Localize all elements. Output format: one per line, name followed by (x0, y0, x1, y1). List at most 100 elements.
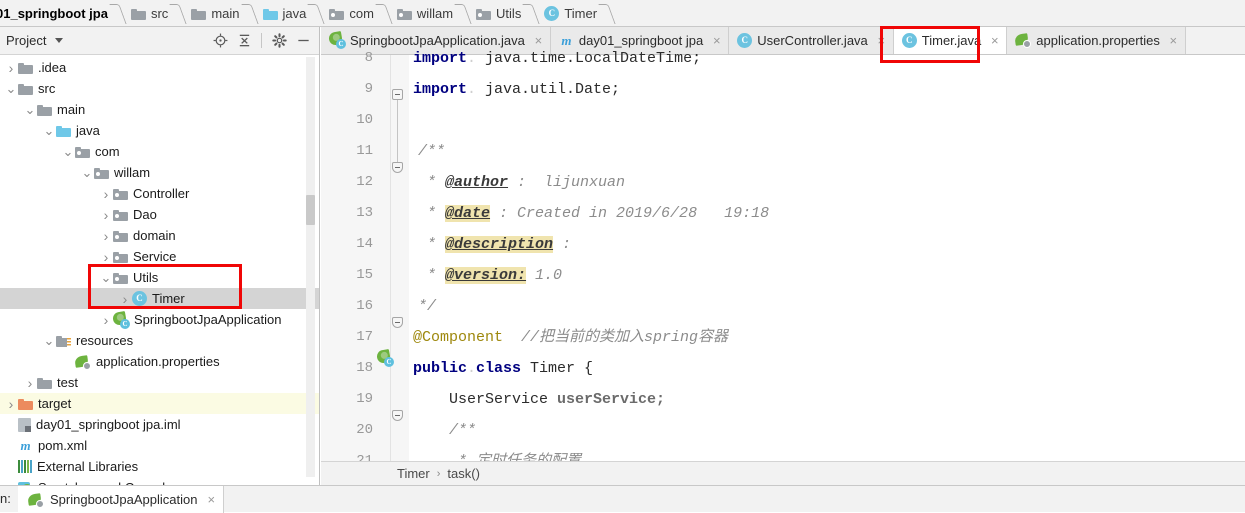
code-line: 9 import. java.util.Date; (321, 74, 1245, 105)
tree-item-label: target (38, 396, 72, 411)
tree-item-label: .idea (38, 60, 67, 75)
tree-item-label: com (95, 144, 120, 159)
gear-icon[interactable] (269, 31, 289, 51)
tree-row[interactable]: › C SpringbootJpaApplication (0, 309, 319, 330)
tree-row[interactable]: › Service (0, 246, 319, 267)
breadcrumb-label: java (282, 5, 307, 21)
chevron-down-icon[interactable]: ⌄ (80, 162, 94, 183)
breadcrumb-separator (525, 0, 538, 27)
chevron-right-icon[interactable]: › (99, 309, 113, 330)
breadcrumb-item-main[interactable]: main (185, 0, 243, 27)
breadcrumb-item-java[interactable]: java (257, 0, 311, 27)
chevron-down-icon[interactable]: ⌄ (4, 78, 18, 99)
tree-row[interactable]: application.properties (0, 351, 319, 372)
breadcrumb-item-project[interactable]: 01_springboot jpa (0, 0, 112, 27)
chevron-right-icon[interactable]: › (4, 57, 18, 78)
external-libraries-icon (18, 460, 32, 473)
line-number: 13 (356, 205, 373, 221)
line-number: 11 (356, 143, 373, 159)
line-number: 16 (356, 298, 373, 314)
code-editor[interactable]: C 8 import. java.time.LocalDateTime; 9 i… (321, 50, 1245, 485)
tree-row[interactable]: › Controller (0, 183, 319, 204)
chevron-down-icon[interactable]: ⌄ (23, 99, 37, 120)
breadcrumb-item-src[interactable]: src (125, 0, 172, 27)
chevron-right-icon[interactable]: › (99, 246, 113, 267)
minimize-icon[interactable] (293, 31, 313, 51)
folder-excluded-icon (18, 398, 33, 410)
tree-row[interactable]: ⌄ src (0, 78, 319, 99)
breadcrumb-separator (244, 0, 257, 27)
chevron-down-icon[interactable]: ⌄ (42, 330, 56, 351)
run-tab-springboot-application[interactable]: SpringbootJpaApplication × (18, 486, 225, 513)
no-chevron (4, 477, 18, 485)
status-class-name[interactable]: Timer (397, 466, 430, 481)
package-icon (476, 6, 492, 21)
breadcrumb-label: willam (416, 5, 454, 21)
chevron-right-icon[interactable]: › (23, 372, 37, 393)
line-content: */ (418, 298, 437, 315)
status-method-name[interactable]: task() (447, 466, 480, 481)
line-content: /** (418, 143, 446, 160)
breadcrumb-item-com[interactable]: com (323, 0, 378, 27)
project-scrollbar[interactable] (306, 57, 315, 477)
maven-icon: m (20, 438, 31, 453)
breadcrumb-item-utils[interactable]: Utils (470, 0, 525, 27)
scrollbar-thumb[interactable] (306, 195, 315, 225)
collapse-all-icon[interactable] (234, 31, 254, 51)
tree-row[interactable]: › Dao (0, 204, 319, 225)
tree-row[interactable]: ⌄ willam (0, 162, 319, 183)
tree-item-label: Dao (133, 207, 157, 222)
tree-item-label: test (57, 375, 78, 390)
chevron-down-icon[interactable]: ⌄ (99, 267, 113, 288)
tree-row[interactable]: › .idea (0, 57, 319, 78)
panel-toolbar (210, 31, 313, 51)
chevron-down-icon[interactable] (55, 38, 64, 43)
breadcrumb-label: src (150, 5, 169, 21)
tree-row[interactable]: m pom.xml (0, 435, 319, 456)
tree-row[interactable]: › domain (0, 225, 319, 246)
chevron-right-icon[interactable]: › (99, 204, 113, 225)
tree-item-label: Service (133, 249, 177, 264)
breadcrumb-separator (112, 0, 125, 27)
run-label: n: (0, 491, 11, 506)
breadcrumb-item-timer[interactable]: Timer (538, 0, 601, 27)
tree-row[interactable]: › Timer (0, 288, 319, 309)
chevron-down-icon[interactable]: ⌄ (61, 141, 75, 162)
chevron-down-icon[interactable]: ⌄ (42, 120, 56, 141)
chevron-right-icon[interactable]: › (99, 183, 113, 204)
chevron-right-icon[interactable]: › (99, 225, 113, 246)
tree-row[interactable]: day01_springboot jpa.iml (0, 414, 319, 435)
chevron-right-icon[interactable]: › (4, 393, 18, 414)
locate-icon[interactable] (210, 31, 230, 51)
run-tab-label: SpringbootJpaApplication (50, 492, 198, 507)
package-icon (113, 272, 128, 284)
line-content: /** (413, 422, 477, 439)
tree-row[interactable]: External Libraries (0, 456, 319, 477)
breadcrumb-item-willam[interactable]: willam (391, 0, 457, 27)
tree-item-label: pom.xml (38, 438, 88, 453)
folder-icon (191, 6, 207, 21)
tree-row[interactable]: ⌄ main (0, 99, 319, 120)
close-icon[interactable]: × (207, 492, 215, 507)
tree-row[interactable]: ⌄ com (0, 141, 319, 162)
breadcrumb-separator (172, 0, 185, 27)
folder-icon (130, 6, 146, 21)
no-chevron (61, 351, 75, 372)
tree-row[interactable]: Scratches and Consoles (0, 477, 319, 485)
tree-row[interactable]: ⌄ resources (0, 330, 319, 351)
tree-item-label: day01_springboot jpa.iml (36, 417, 181, 432)
package-icon (113, 251, 128, 263)
folder-source-icon (262, 6, 278, 21)
tree-row[interactable]: ⌄ java (0, 120, 319, 141)
class-icon (544, 5, 560, 22)
tree-row[interactable]: › target (0, 393, 319, 414)
line-number: 17 (356, 329, 373, 345)
tree-row[interactable]: › test (0, 372, 319, 393)
tree-item-label: External Libraries (37, 459, 139, 474)
line-number: 12 (356, 174, 373, 190)
chevron-right-icon[interactable]: › (118, 288, 132, 309)
folder-icon (18, 83, 33, 95)
project-tree[interactable]: › .idea ⌄ src ⌄ main ⌄ java ⌄ com ⌄ willam › Controll… (0, 55, 319, 485)
line-number: 9 (364, 81, 373, 97)
tree-row[interactable]: ⌄ Utils (0, 267, 319, 288)
